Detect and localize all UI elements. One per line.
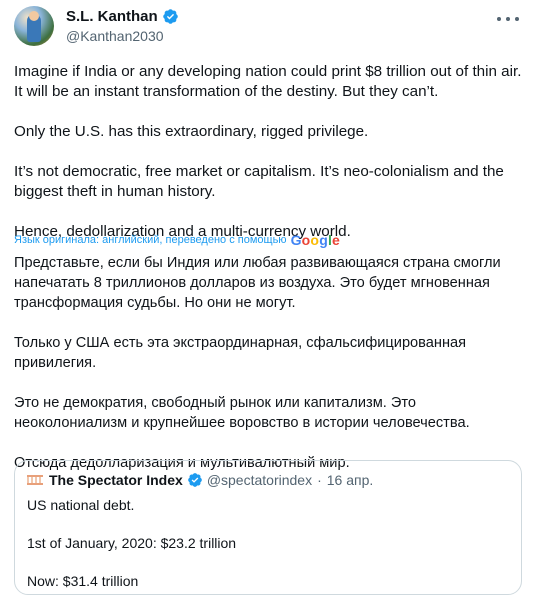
author-avatar[interactable] [14, 6, 54, 46]
quoted-author-avatar[interactable] [27, 475, 43, 485]
tweet-paragraph: It’s not democratic, free market or capi… [14, 163, 504, 200]
author-name-row: S.L. Kanthan [66, 8, 179, 25]
separator-dot: · [317, 472, 322, 488]
quoted-line: Now: $31.4 trillion [27, 573, 139, 589]
tweet-text: Imagine if India or any developing natio… [14, 62, 524, 242]
quoted-author-handle[interactable]: @spectatorindex [207, 472, 312, 488]
quoted-author-name[interactable]: The Spectator Index [49, 472, 183, 488]
tweet-paragraph: Imagine if India or any developing natio… [14, 63, 522, 100]
tweet-header: S.L. Kanthan @Kanthan2030 [14, 6, 523, 50]
verified-badge-icon [162, 9, 178, 24]
author-name[interactable]: S.L. Kanthan [66, 8, 158, 25]
quoted-line: US national debt. [27, 497, 135, 513]
translated-paragraph: Представьте, если бы Индия или любая раз… [14, 255, 501, 311]
quoted-line: 1st of January, 2020: $23.2 trillion [27, 535, 237, 551]
translation-note[interactable]: Язык оригинала: английский, переведено с… [14, 232, 340, 248]
quoted-tweet-text: US national debt. 1st of January, 2020: … [27, 495, 236, 609]
verified-badge-icon [187, 473, 202, 487]
translated-paragraph: Это не демократия, свободный рынок или к… [14, 395, 470, 431]
translated-paragraph: Только у США есть эта экстраординарная, … [14, 335, 467, 371]
translated-text: Представьте, если бы Индия или любая раз… [14, 253, 524, 493]
more-icon[interactable] [497, 10, 519, 28]
translation-note-text: Язык оригинала: английский, переведено с… [14, 234, 287, 246]
google-logo: Google [290, 232, 341, 248]
quoted-tweet-header: The Spectator Index @spectatorindex · 16… [27, 472, 373, 488]
author-handle[interactable]: @Kanthan2030 [66, 28, 164, 44]
tweet-paragraph: Only the U.S. has this extraordinary, ri… [14, 123, 369, 140]
quoted-tweet[interactable]: The Spectator Index @spectatorindex · 16… [14, 460, 522, 595]
quoted-tweet-date[interactable]: 16 апр. [327, 472, 374, 488]
